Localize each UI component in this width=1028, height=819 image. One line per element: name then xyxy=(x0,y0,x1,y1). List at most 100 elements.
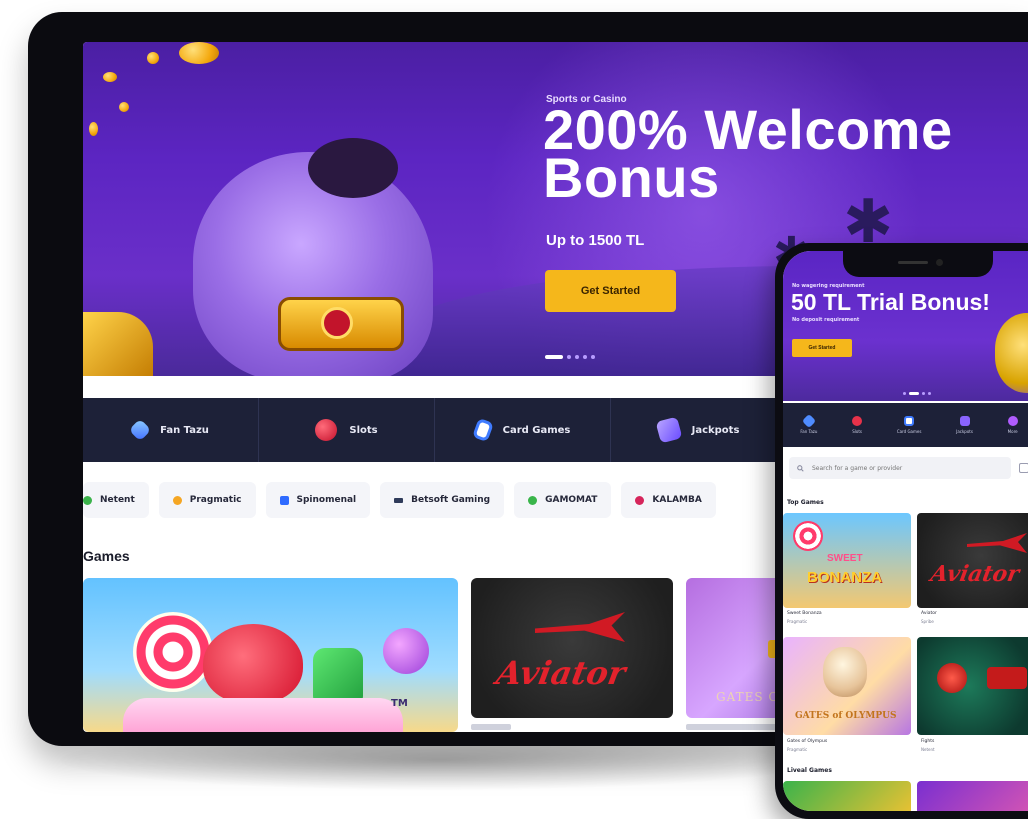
mobile-category-label: More xyxy=(1007,429,1018,434)
carousel-dot-active[interactable] xyxy=(545,355,563,359)
tile-caption xyxy=(471,724,511,730)
mobile-game-tile-fights[interactable] xyxy=(917,637,1028,735)
mobile-game-tile[interactable] xyxy=(917,781,1028,811)
provider-label: GAMOMAT xyxy=(545,495,598,505)
game-name: Fights xyxy=(921,739,935,744)
ruby-gem-icon xyxy=(321,307,353,339)
heart-candy-icon xyxy=(203,624,303,704)
provider-netent[interactable]: Netent xyxy=(83,482,149,518)
provider-label: Netent xyxy=(100,495,135,505)
provider-pragmatic[interactable]: Pragmatic xyxy=(158,482,256,518)
logo-badge xyxy=(987,667,1027,689)
provider-kalamba[interactable]: KALAMBA xyxy=(621,482,716,518)
aviator-logo: Aviator xyxy=(493,654,629,692)
carousel-dot[interactable] xyxy=(591,355,595,359)
spinomenal-logo-icon xyxy=(279,495,289,505)
mobile-category-card-games[interactable]: Card Games xyxy=(896,416,922,434)
gates-logo: GATES of OLYMPUS xyxy=(795,711,897,721)
category-slots[interactable]: Slots xyxy=(259,398,435,462)
mobile-category-label: Jackpots xyxy=(956,429,973,434)
game-tile-aviator[interactable]: Aviator xyxy=(471,578,673,718)
cherry-icon xyxy=(852,416,863,426)
filter-icon[interactable] xyxy=(1019,463,1028,473)
category-label: Jackpots xyxy=(691,424,740,436)
gamomat-logo-icon xyxy=(528,495,538,505)
carousel-dot[interactable] xyxy=(575,355,579,359)
category-label: Slots xyxy=(349,424,378,436)
carousel-dot[interactable] xyxy=(567,355,571,359)
gold-coin-icon xyxy=(147,52,159,64)
sweet-bonanza-logo-top: SWEET xyxy=(827,553,863,564)
gold-coin-icon xyxy=(179,42,219,64)
carousel-dot[interactable] xyxy=(922,392,925,395)
category-jackpots[interactable]: Jackpots xyxy=(611,398,787,462)
hero-title-line2: Bonus xyxy=(543,146,720,209)
jackpot-icon xyxy=(655,416,683,444)
hero-subtitle: Up to 1500 TL xyxy=(546,232,645,249)
mobile-carousel-dots xyxy=(903,392,931,395)
mobile-game-tile-gates-of-olympus[interactable]: GATES of OLYMPUS xyxy=(783,637,911,735)
more-icon xyxy=(1007,416,1018,426)
game-name: Gates of Olympus xyxy=(787,739,828,744)
mobile-category-nav: Fan Tazu Slots Card Games Jackpots More xyxy=(783,403,1028,447)
lollipop-icon xyxy=(793,521,823,551)
speaker-grille xyxy=(898,261,928,264)
mobile-search-bar[interactable] xyxy=(789,457,1011,479)
provider-betsoft[interactable]: Betsoft Gaming xyxy=(380,482,505,518)
game-name: Sweet Bonanza xyxy=(787,611,822,616)
cherry-icon xyxy=(315,419,338,441)
carousel-dot[interactable] xyxy=(583,355,587,359)
pragmatic-logo-icon xyxy=(172,495,182,505)
gold-coin-icon xyxy=(119,102,129,112)
provider-spinomenal[interactable]: Spinomenal xyxy=(265,482,371,518)
gem-icon xyxy=(128,418,152,442)
gold-coin-icon xyxy=(89,122,98,136)
airplane-icon xyxy=(535,612,625,642)
game-provider: Netent xyxy=(921,747,935,752)
game-provider: Pragmatic xyxy=(787,619,808,624)
phone-device: No wagering requirement 50 TL Trial Bonu… xyxy=(775,243,1028,819)
mobile-category-slots[interactable]: Slots xyxy=(852,416,863,434)
aviator-logo: Aviator xyxy=(928,561,1022,587)
gem-icon xyxy=(801,413,816,429)
search-icon xyxy=(797,464,804,472)
tile-caption xyxy=(686,724,786,730)
mobile-game-tile[interactable] xyxy=(783,781,911,811)
purple-candy-icon xyxy=(383,628,429,674)
game-provider: Spribe xyxy=(921,619,934,624)
carousel-dot[interactable] xyxy=(928,392,931,395)
category-card-games[interactable]: Card Games xyxy=(435,398,611,462)
mobile-category-jackpots[interactable]: Jackpots xyxy=(956,416,973,434)
netent-logo-icon xyxy=(83,495,92,505)
carousel-dots xyxy=(545,355,595,359)
mobile-category-label: Card Games xyxy=(896,429,922,434)
game-provider: Pragmatic xyxy=(787,747,808,752)
card-icon xyxy=(471,417,494,443)
sweet-logo-art xyxy=(123,698,403,732)
zeus-illustration xyxy=(823,647,867,697)
provider-label: Spinomenal xyxy=(296,495,357,505)
mobile-hero-title: 50 TL Trial Bonus! xyxy=(791,289,990,315)
top-games-title: Top Games xyxy=(787,499,824,506)
carousel-dot-active[interactable] xyxy=(909,392,919,395)
mobile-game-tile-aviator[interactable]: Aviator xyxy=(917,513,1028,608)
mobile-get-started-button[interactable]: Get Started xyxy=(792,339,852,357)
game-tile-sweet-bonanza[interactable]: TM xyxy=(83,578,458,732)
provider-gamomat[interactable]: GAMOMAT xyxy=(514,482,612,518)
mobile-hero-subtitle: No deposit requirement xyxy=(792,317,860,323)
mobile-category-fan-tazu[interactable]: Fan Tazu xyxy=(800,413,817,434)
fruit-icon xyxy=(937,663,967,693)
get-started-button[interactable]: Get Started xyxy=(545,270,676,312)
camera-icon xyxy=(936,259,943,266)
mobile-category-more[interactable]: More xyxy=(1007,416,1018,434)
search-input[interactable] xyxy=(810,463,994,473)
genie-illustration xyxy=(995,313,1028,393)
sweet-bonanza-logo: BONANZA xyxy=(807,569,882,586)
carousel-dot[interactable] xyxy=(903,392,906,395)
provider-label: Betsoft Gaming xyxy=(411,495,491,505)
category-label: Fan Tazu xyxy=(160,424,209,436)
category-fan-tazu[interactable]: Fan Tazu xyxy=(83,398,259,462)
kalamba-logo-icon xyxy=(635,495,645,505)
mobile-game-tile-sweet-bonanza[interactable]: SWEET BONANZA xyxy=(783,513,911,608)
gold-coin-icon xyxy=(103,72,117,82)
